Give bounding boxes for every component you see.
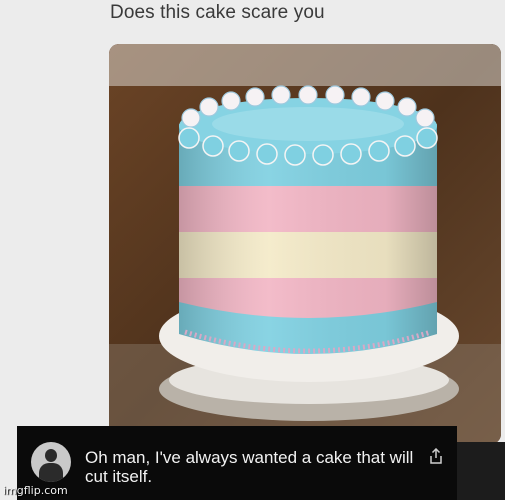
cake-illustration (109, 44, 501, 444)
corner-overlay (457, 442, 505, 500)
post-title: Does this cake scare you (110, 2, 325, 23)
avatar-torso (39, 463, 63, 482)
watermark: imgflip.com (3, 484, 68, 497)
avatar-icon[interactable] (31, 442, 71, 482)
comment-text: Oh man, I've always wanted a cake that w… (85, 448, 414, 486)
avatar-head (45, 449, 57, 462)
share-icon[interactable] (429, 448, 443, 464)
cake-photo[interactable] (109, 44, 501, 444)
comment-card[interactable]: Oh man, I've always wanted a cake that w… (17, 426, 457, 500)
